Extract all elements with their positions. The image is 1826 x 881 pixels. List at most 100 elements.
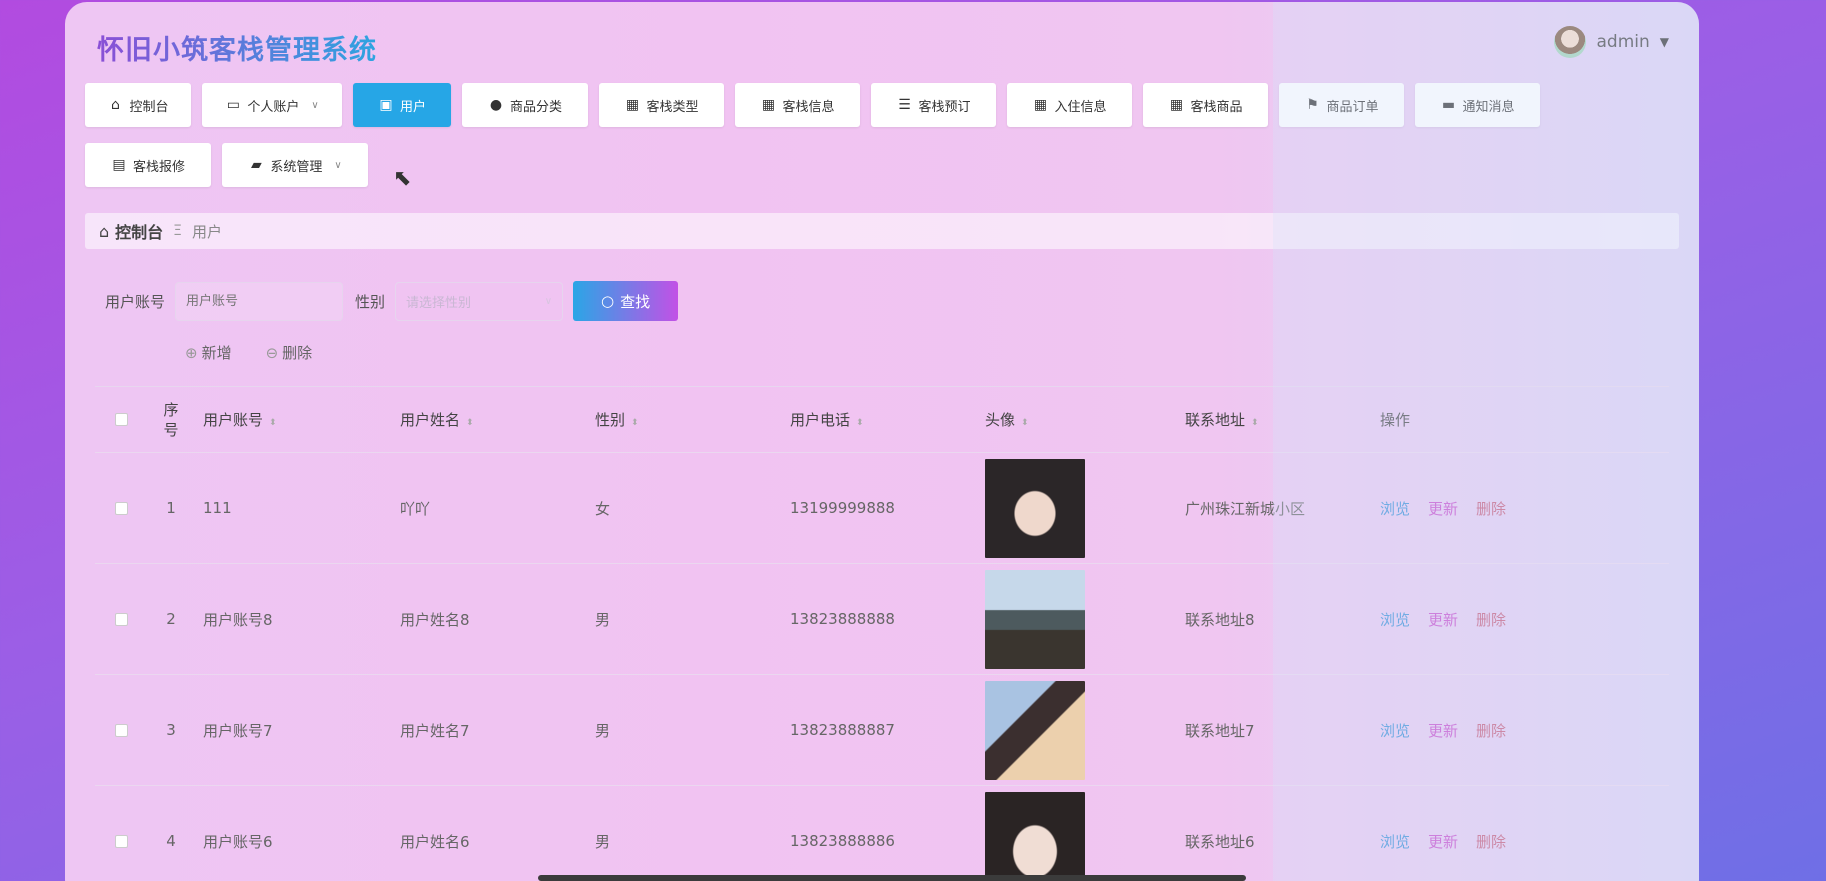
cell-phone: 13823888887: [790, 721, 895, 739]
header-index-label: 序号: [163, 400, 179, 439]
user-avatar: [1554, 26, 1587, 58]
nav-notifications[interactable]: ▬ 通知消息: [1415, 83, 1540, 127]
delete-link[interactable]: 删除: [1476, 498, 1506, 519]
caret-down-icon: ▼: [1659, 35, 1669, 49]
row-checkbox[interactable]: [114, 723, 128, 737]
table-row: 1 111 吖吖 女 13199999888 广州珠江新城小区 浏览 更新 删除: [95, 453, 1669, 564]
header-sex-label: 性别: [595, 411, 626, 429]
header-name-label: 用户姓名: [400, 411, 461, 429]
cell-name: 用户姓名7: [400, 721, 470, 740]
minus-circle-icon: ⊖: [265, 344, 279, 362]
cell-name: 用户姓名6: [400, 832, 470, 851]
header-name[interactable]: 用户姓名 ⬍: [392, 409, 587, 430]
cell-account: 用户账号7: [203, 721, 273, 740]
table-row: 3 用户账号7 用户姓名7 男 13823888887 联系地址7 浏览 更新 …: [95, 675, 1669, 786]
nav-product-orders[interactable]: ⚑ 商品订单: [1279, 83, 1404, 127]
view-link[interactable]: 浏览: [1380, 831, 1410, 852]
account-search-input[interactable]: [175, 281, 344, 321]
user-avatar-image[interactable]: [985, 791, 1085, 881]
view-link[interactable]: 浏览: [1380, 498, 1410, 519]
nav-inn-info[interactable]: ▦ 客栈信息: [735, 83, 860, 127]
account-label: 用户账号: [105, 292, 166, 311]
nav-inn-repair[interactable]: ▤ 客栈报修: [85, 143, 211, 187]
app-title: 怀旧小筑客栈管理系统: [97, 28, 377, 67]
nav-label: 客栈预订: [918, 99, 971, 115]
user-avatar-image[interactable]: [985, 680, 1085, 780]
sort-icon: ⬍: [631, 418, 639, 428]
delete-link[interactable]: 删除: [1476, 720, 1506, 741]
select-all-checkbox[interactable]: [114, 413, 128, 426]
header-index: 序号: [147, 400, 195, 440]
delete-link[interactable]: 删除: [1476, 609, 1506, 630]
sort-icon: ⬍: [856, 418, 864, 428]
users-table: 序号 用户账号 ⬍ 用户姓名 ⬍ 性别 ⬍ 用户电话 ⬍ 头像 ⬍ 联系地址 ⬍ 操作 1 …: [95, 386, 1669, 881]
cell-index: 2: [166, 610, 176, 628]
row-checkbox[interactable]: [114, 834, 128, 848]
search-button[interactable]: ○ 查找: [573, 281, 679, 321]
user-menu[interactable]: admin ▼: [1554, 26, 1669, 58]
nav-label: 客栈信息: [782, 99, 835, 115]
grid-icon: ▦: [1169, 97, 1184, 113]
delete-button[interactable]: ⊖ 删除: [266, 342, 313, 363]
sort-icon: ⬍: [1021, 418, 1029, 428]
view-link[interactable]: 浏览: [1380, 609, 1410, 630]
add-button[interactable]: ⊕ 新增: [185, 342, 232, 363]
account-icon: ▭: [226, 97, 240, 113]
nav-inn-booking[interactable]: ☰ 客栈预订: [871, 83, 996, 127]
row-actions: 浏览 更新 删除: [1372, 498, 1506, 519]
pin-icon: ●: [489, 97, 503, 113]
cell-sex: 男: [595, 721, 611, 740]
header-op-label: 操作: [1380, 411, 1411, 429]
nav-users[interactable]: ▣ 用户: [353, 83, 451, 127]
header-phone[interactable]: 用户电话 ⬍: [782, 409, 977, 430]
sort-icon: ⬍: [269, 418, 277, 428]
header-sex[interactable]: 性别 ⬍: [587, 409, 782, 430]
sex-select[interactable]: 请选择性别 ∨: [395, 281, 564, 321]
plus-circle-icon: ⊕: [185, 344, 198, 362]
view-link[interactable]: 浏览: [1380, 720, 1410, 741]
nav-personal-account[interactable]: ▭ 个人账户 ∨: [202, 83, 342, 127]
nav-label: 商品订单: [1326, 99, 1379, 115]
row-checkbox[interactable]: [114, 612, 128, 626]
flag-icon: ⚑: [1306, 97, 1319, 113]
user-avatar-image[interactable]: [985, 458, 1085, 558]
nav-system-management[interactable]: ▰ 系统管理 ∨: [222, 143, 368, 187]
update-link[interactable]: 更新: [1428, 609, 1458, 630]
header-account-label: 用户账号: [203, 411, 264, 429]
user-avatar-image[interactable]: [985, 569, 1085, 669]
header-account[interactable]: 用户账号 ⬍: [195, 409, 392, 430]
nav-inn-type[interactable]: ▦ 客栈类型: [599, 83, 724, 127]
cell-account: 用户账号8: [203, 610, 273, 629]
cell-address: 联系地址8: [1185, 610, 1255, 629]
nav-dashboard[interactable]: ⌂ 控制台: [85, 83, 191, 127]
delete-label: 删除: [282, 344, 313, 362]
header-avatar[interactable]: 头像 ⬍: [977, 409, 1177, 430]
breadcrumb: ⌂ 控制台 Ξ 用户: [85, 213, 1679, 249]
nav-checkin-info[interactable]: ▦ 入住信息: [1007, 83, 1132, 127]
cell-sex: 男: [595, 832, 611, 851]
nav-inn-products[interactable]: ▦ 客栈商品: [1143, 83, 1268, 127]
header-address[interactable]: 联系地址 ⬍: [1177, 409, 1372, 430]
search-bar: 用户账号 性别 请选择性别 ∨ ○ 查找: [105, 281, 679, 321]
nav-label: 用户: [399, 99, 426, 115]
breadcrumb-home[interactable]: 控制台: [115, 219, 163, 243]
grid-icon: ▦: [761, 97, 776, 113]
grid-icon: ▦: [625, 97, 640, 113]
update-link[interactable]: 更新: [1428, 720, 1458, 741]
cell-index: 1: [166, 499, 176, 517]
horizontal-scrollbar[interactable]: [538, 875, 1246, 881]
table-row: 2 用户账号8 用户姓名8 男 13823888888 联系地址8 浏览 更新 …: [95, 564, 1669, 675]
row-actions: 浏览 更新 删除: [1372, 831, 1506, 852]
row-actions: 浏览 更新 删除: [1372, 720, 1506, 741]
home-icon: ⌂: [111, 97, 120, 113]
delete-link[interactable]: 删除: [1476, 831, 1506, 852]
header-avatar-label: 头像: [985, 411, 1016, 429]
nav-label: 商品分类: [509, 99, 562, 115]
update-link[interactable]: 更新: [1428, 831, 1458, 852]
nav-product-category[interactable]: ● 商品分类: [462, 83, 588, 127]
row-checkbox[interactable]: [114, 501, 128, 515]
breadcrumb-separator: Ξ: [173, 223, 183, 239]
update-link[interactable]: 更新: [1428, 498, 1458, 519]
cell-phone: 13823888886: [790, 832, 895, 850]
sort-icon: ⬍: [1251, 418, 1259, 428]
